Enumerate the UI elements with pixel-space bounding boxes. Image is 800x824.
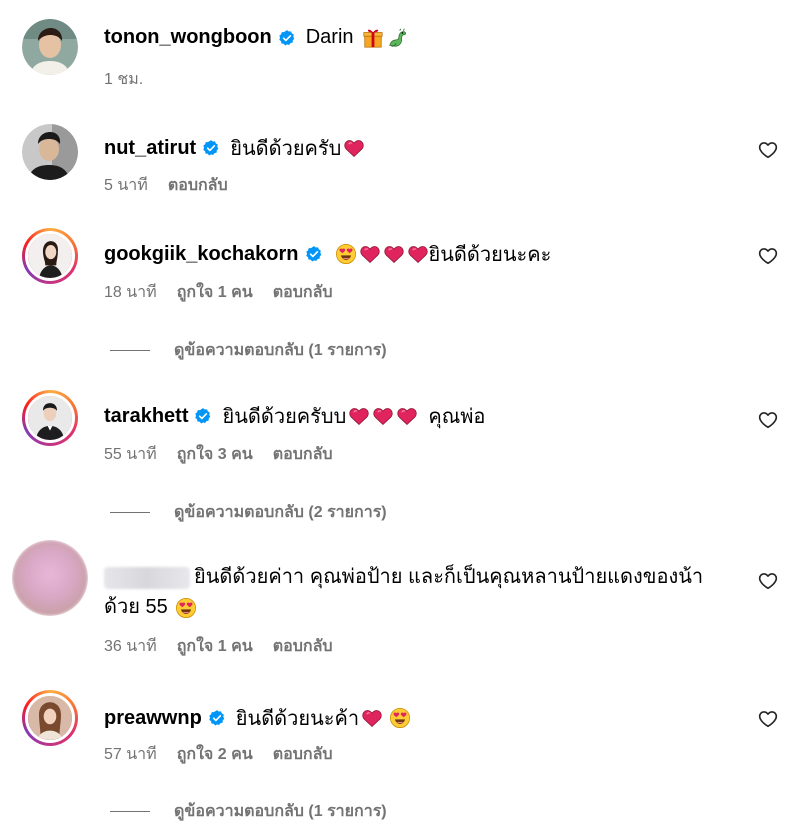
avatar-photo [28,396,72,440]
avatar[interactable] [22,228,78,284]
comment-time: 55 นาที [104,446,157,463]
comment-time: 57 นาที [104,746,157,763]
comment-time: 5 นาที [104,177,148,194]
username[interactable]: tarakhett [104,405,188,428]
reply-button[interactable]: ตอบกลับ [273,634,333,659]
username[interactable]: nut_atirut [104,137,196,160]
likes-count[interactable]: ถูกใจ 3 คน [177,442,253,467]
heart-eyes-emoji-icon [389,707,411,729]
verified-badge-icon [278,29,296,47]
red-heart-emoji-icon [396,405,418,427]
heart-eyes-emoji-icon [335,243,357,265]
comment-text-line2: ด้วย 55 [104,596,168,618]
view-replies-label: ดูข้อความตอบกลับ (1 รายการ) [174,342,387,359]
view-replies-label: ดูข้อความตอบกลับ (2 รายการ) [174,504,387,521]
like-heart-icon[interactable] [758,140,778,160]
view-replies-button[interactable]: ดูข้อความตอบกลับ (1 รายการ) [110,338,387,363]
red-heart-emoji-icon [343,137,365,159]
likes-count[interactable]: ถูกใจ 2 คน [177,742,253,767]
verified-badge-icon [194,407,212,425]
reply-button[interactable]: ตอบกลับ [273,442,333,467]
reply-button[interactable]: ตอบกลับ [273,280,333,305]
red-heart-emoji-icon [348,405,370,427]
verified-badge-icon [208,709,226,727]
likes-count[interactable]: ถูกใจ 1 คน [177,280,253,305]
reply-button[interactable]: ตอบกลับ [273,742,333,767]
avatar-photo [22,19,78,75]
username[interactable]: gookgiik_kochakorn [104,243,299,266]
divider [110,811,150,812]
avatar-photo [28,234,72,278]
comment-text: ยินดีด้วยครับบ [222,406,347,428]
verified-badge-icon [305,245,323,263]
comment-text: ยินดีด้วยนะคะ [428,244,552,266]
dragon-emoji-icon [386,27,408,49]
like-heart-icon[interactable] [758,571,778,591]
comment-text: Darin [305,26,354,48]
red-heart-emoji-icon [359,243,381,265]
comment-text: ยินดีด้วยครับ [230,138,342,160]
avatar[interactable] [12,540,88,616]
like-heart-icon[interactable] [758,709,778,729]
comment-text: ยินดีด้วยนะค้า [235,708,360,730]
likes-count[interactable]: ถูกใจ 1 คน [177,634,253,659]
comment-time: 36 นาที [104,638,157,655]
like-heart-icon[interactable] [758,246,778,266]
redacted-username[interactable] [104,566,190,589]
red-heart-emoji-icon [361,707,383,729]
view-replies-label: ดูข้อความตอบกลับ (1 รายการ) [174,803,387,820]
red-heart-emoji-icon [383,243,405,265]
avatar[interactable] [22,390,78,446]
comment-text: ยินดีด้วยค่าา คุณพ่อป้าย และก็เป็นคุณหลา… [194,566,704,588]
avatar[interactable] [22,124,78,180]
avatar-photo [28,696,72,740]
username[interactable]: preawwnp [104,707,202,730]
avatar[interactable] [22,19,78,75]
comment-time: 18 นาที [104,284,157,301]
red-heart-emoji-icon [372,405,394,427]
username[interactable]: tonon_wongboon [104,26,272,49]
view-replies-button[interactable]: ดูข้อความตอบกลับ (1 รายการ) [110,799,387,824]
comment-text-suffix: คุณพ่อ [428,406,486,428]
verified-badge-icon [202,139,220,157]
view-replies-button[interactable]: ดูข้อความตอบกลับ (2 รายการ) [110,500,387,525]
red-heart-emoji-icon [407,243,429,265]
like-heart-icon[interactable] [758,410,778,430]
divider [110,350,150,351]
reply-button[interactable]: ตอบกลับ [168,173,228,198]
avatar-photo [22,124,78,180]
gift-emoji-icon [362,27,384,49]
divider [110,512,150,513]
comment-time: 1 ชม. [104,71,144,88]
avatar[interactable] [22,690,78,746]
heart-eyes-emoji-icon [175,597,197,619]
